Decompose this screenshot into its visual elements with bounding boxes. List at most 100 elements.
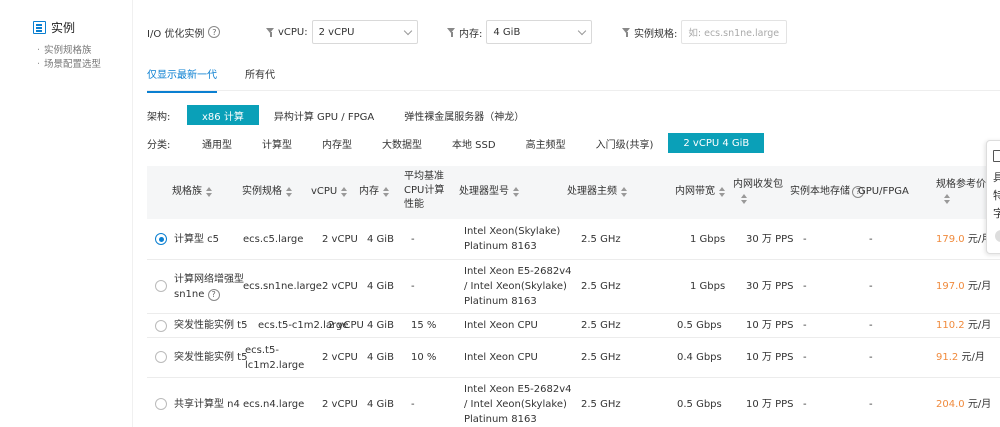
- toggle-switch[interactable]: [995, 230, 1000, 242]
- table-row[interactable]: 突发性能实例 t5 ecs.t5-lc1m2.large 2 vCPU 4 Gi…: [147, 338, 1000, 378]
- table-row[interactable]: 计算型 c5 ecs.c5.large 2 vCPU 4 GiB - Intel…: [147, 219, 1000, 260]
- category-option-2vcpu-4gib[interactable]: 2 vCPU 4 GiB: [668, 133, 765, 153]
- table-row[interactable]: 突发性能实例 t5 ecs.t5-c1m2.large 2 vCPU 4 GiB…: [147, 314, 1000, 338]
- cell-memory: 4 GiB: [367, 352, 394, 363]
- memory-select-value: 4 GiB: [493, 26, 521, 38]
- vcpu-select[interactable]: 2 vCPU: [311, 20, 418, 44]
- cell-local-storage: -: [803, 320, 807, 331]
- header-family[interactable]: 规格族: [172, 185, 212, 199]
- cell-gpu: -: [869, 281, 873, 292]
- cell-spec: ecs.n4.large: [243, 399, 305, 410]
- io-label-text: I/O 优化实例: [147, 28, 205, 40]
- header-memory[interactable]: 内存: [359, 185, 389, 199]
- cell-price: 179.0 元/月: [936, 232, 991, 247]
- category-option-compute[interactable]: 计算型: [247, 133, 307, 153]
- cell-bandwidth: 0.4 Gbps: [677, 352, 722, 363]
- io-filter: I/O 优化实例 ?: [147, 20, 221, 44]
- sidebar-list: 实例规格族 场景配置选型: [37, 44, 101, 72]
- vcpu-select-value: 2 vCPU: [318, 26, 355, 38]
- sort-icon: [741, 194, 747, 204]
- cell-family: 突发性能实例 t5: [174, 352, 248, 363]
- header-spec[interactable]: 实例规格: [242, 185, 292, 199]
- help-icon[interactable]: ?: [208, 26, 221, 38]
- cell-bandwidth: 1 Gbps: [690, 234, 726, 245]
- cell-processor: Intel Xeon CPU: [464, 320, 538, 331]
- row-radio[interactable]: [155, 280, 167, 292]
- cell-price: 204.0 元/月: [936, 397, 991, 412]
- tab-all-generations[interactable]: 所有代: [245, 66, 275, 93]
- tabs-divider: [147, 90, 1000, 91]
- memory-label-text: 内存:: [459, 28, 483, 40]
- floating-side-panel[interactable]: 具 特 字: [986, 140, 1000, 254]
- cell-baseline: 15 %: [411, 320, 437, 331]
- price-value: 197.0: [936, 281, 965, 292]
- cell-bandwidth: 1 Gbps: [690, 281, 726, 292]
- header-frequency[interactable]: 处理器主频: [567, 185, 627, 199]
- cell-gpu: -: [869, 320, 873, 331]
- sidebar-title-label: 实例: [51, 21, 76, 35]
- filter-icon: [266, 27, 275, 37]
- sort-icon: [206, 187, 212, 197]
- header-family-text: 规格族: [172, 186, 202, 197]
- sidebar-item-families[interactable]: 实例规格族: [37, 44, 101, 58]
- sidebar-title[interactable]: 实例: [33, 19, 75, 36]
- price-value: 110.2: [936, 320, 965, 331]
- cell-processor: Intel Xeon(Skylake) Platinum 8163: [464, 226, 561, 252]
- cell-memory: 4 GiB: [367, 399, 394, 410]
- cell-local-storage: -: [803, 399, 807, 410]
- cell-family: 计算型 c5: [174, 234, 220, 245]
- price-value: 204.0: [936, 399, 965, 410]
- row-radio[interactable]: [155, 398, 167, 410]
- header-pps[interactable]: 内网收发包: [733, 178, 783, 204]
- spec-filter: 实例规格: 如: ecs.sn1ne.large: [622, 20, 788, 44]
- cell-vcpu: 2 vCPU: [322, 234, 358, 245]
- header-memory-text: 内存: [359, 186, 379, 197]
- help-icon[interactable]: ?: [207, 288, 220, 301]
- category-option-high-frequency[interactable]: 高主频型: [511, 133, 581, 153]
- memory-filter: 内存: 4 GiB: [447, 20, 593, 44]
- row-radio[interactable]: [155, 233, 167, 245]
- header-processor[interactable]: 处理器型号: [459, 185, 519, 199]
- cell-pps: 30 万 PPS: [746, 281, 794, 292]
- spec-input[interactable]: 如: ecs.sn1ne.large: [681, 20, 788, 44]
- memory-select[interactable]: 4 GiB: [486, 20, 593, 44]
- architecture-row: 架构: x86 计算 异构计算 GPU / FPGA 弹性裸金属服务器（神龙）: [147, 105, 539, 125]
- header-price[interactable]: 规格参考价: [936, 178, 986, 204]
- sidebar-item-scenario[interactable]: 场景配置选型: [37, 58, 101, 72]
- arch-option-bare-metal[interactable]: 弹性裸金属服务器（神龙）: [389, 105, 539, 125]
- row-radio[interactable]: [155, 320, 167, 332]
- sort-icon: [944, 194, 950, 204]
- table-row[interactable]: 共享计算型 n4 ecs.n4.large 2 vCPU 4 GiB - Int…: [147, 378, 1000, 427]
- cell-vcpu: 2 vCPU: [322, 281, 358, 292]
- price-value: 179.0: [936, 234, 965, 245]
- header-local-storage-text: 实例本地存储: [790, 186, 850, 197]
- arch-option-x86[interactable]: x86 计算: [187, 105, 259, 125]
- tab-latest-generation[interactable]: 仅显示最新一代: [147, 66, 217, 93]
- spec-filter-label: 实例规格:: [622, 25, 677, 40]
- header-vcpu[interactable]: vCPU: [311, 185, 348, 199]
- price-value: 91.2: [936, 352, 959, 363]
- float-panel-text: 特: [993, 189, 1000, 202]
- header-baseline-text: 平均基准CPU计算性能: [404, 171, 445, 210]
- cell-gpu: -: [869, 234, 873, 245]
- architecture-label: 架构:: [147, 111, 171, 123]
- category-option-memory[interactable]: 内存型: [307, 133, 367, 153]
- category-option-local-ssd[interactable]: 本地 SSD: [437, 133, 511, 153]
- cell-frequency: 2.5 GHz: [581, 320, 621, 331]
- category-option-general[interactable]: 通用型: [187, 133, 247, 153]
- arch-option-gpu-fpga[interactable]: 异构计算 GPU / FPGA: [259, 105, 389, 125]
- header-pps-text: 内网收发包: [733, 179, 783, 190]
- header-bandwidth[interactable]: 内网带宽: [675, 185, 725, 199]
- table-row[interactable]: 计算网络增强型 sn1ne ? ecs.sn1ne.large 2 vCPU 4…: [147, 260, 1000, 314]
- cell-local-storage: -: [803, 281, 807, 292]
- cell-baseline: 10 %: [411, 352, 437, 363]
- cell-pps: 10 万 PPS: [746, 352, 794, 363]
- cell-frequency: 2.5 GHz: [581, 234, 621, 245]
- header-gpu-text: GPU/FPGA: [858, 186, 909, 197]
- row-radio[interactable]: [155, 351, 167, 363]
- category-option-big-data[interactable]: 大数据型: [367, 133, 437, 153]
- spec-label-text: 实例规格:: [634, 28, 678, 40]
- cell-local-storage: -: [803, 234, 807, 245]
- sort-icon: [621, 187, 627, 197]
- category-option-entry-shared[interactable]: 入门级(共享): [581, 133, 669, 153]
